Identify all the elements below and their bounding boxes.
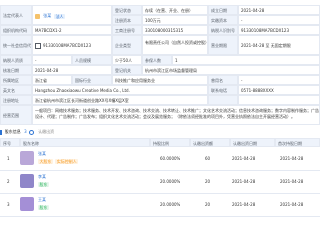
row-index: 3 [7,202,10,207]
label-company-type: 企业类型 [112,35,142,55]
avatar [35,13,40,19]
label-approve-date: 核准日期 [0,65,32,75]
reg-capital-value: 100万元 [142,15,208,25]
table-row[interactable]: 3 王某 股东 20.0000% 20 2021-04-28 2021-04-2… [0,193,320,217]
label-found-date: 成立日期 [208,5,238,15]
label-term: 营业期限 [208,35,238,55]
amount-value: 20 [205,202,211,207]
org-code-value: MA7BCDX1-2 [32,25,112,35]
shareholders-section: 股东信息 3 认缴出资 序号 股东名称 持股比例 认缴出资额 认缴出资日期 首次… [0,127,320,240]
label-address: 注册地址 [0,95,32,105]
section-title: 股东信息 [4,129,21,134]
label-region: 所属地区 [0,75,32,85]
date-value: 2021-04-28 [232,202,256,207]
former-name-value: - [238,75,320,85]
label-staff-size: 人员规模 [72,55,112,65]
company-type-value: 有限责任公司（自然人投资或控股） [142,35,208,55]
region-value: 浙江省 [32,75,72,85]
label-taxpayer-qual: 纳税人资质 [0,55,32,65]
shareholder-name[interactable]: 张某 [38,151,46,157]
label-english-name: 英文名 [0,85,32,95]
tag-shareholder: 股东 [38,205,49,210]
label-taxpayer-id: 纳税人识别号 [208,25,238,35]
tag-controller: 实际控制人 [55,159,79,164]
avatar [20,174,34,188]
amount-value: 20 [205,179,211,184]
amount-value: 60 [205,156,211,161]
found-date-value: 2021-04-28 [238,5,320,15]
section-header: 股东信息 3 认缴出资 [0,127,320,137]
tag-major: 大股东 [38,159,53,164]
col-header-date[interactable]: 认缴出资日期 [230,138,275,147]
legal-rep-tag: 法人 [54,13,66,19]
row-index: 2 [7,179,10,184]
scope-value: 一般项目：网络技术服务；技术服务、技术开发、技术咨询、技术交流、技术转让、技术推… [32,105,320,125]
first-date-value: 2021-04-28 [280,179,304,184]
taxpayer-id-value: 91330108MA7BCDX123 [238,25,320,35]
reg-number-value: 330108000315315 [142,25,208,35]
label-phone: 联系电话 [208,85,238,95]
ratio-value: 20.0000% [160,202,181,207]
shareholder-name[interactable]: 李某 [38,174,46,180]
col-header-first[interactable]: 首次持股日期 [275,138,320,147]
date-value: 2021-04-28 [232,179,256,184]
label-org-code: 组织机构代码 [0,25,32,35]
date-value: 2021-04-28 [232,156,256,161]
col-header-name: 股东名称 [20,138,150,147]
first-date-value: 2021-04-28 [280,156,304,161]
address-value: 浙江省杭州市滨江区长河街道创业路XX号X幢X层X室 [32,95,208,105]
label-reg-number: 工商注册号 [112,25,142,35]
insured-value: 1 [172,55,320,65]
extra-value [238,95,320,105]
legal-rep-value: 张某 法人 [32,5,112,25]
label-scope: 经营范围 [0,105,32,125]
label-credit-code: 统一社会信用代码 [0,35,32,55]
table-row[interactable]: 1 张某 大股东 实际控制人 60.0000% 60 2021-04-28 20… [0,147,320,171]
shareholder-name[interactable]: 王某 [38,197,46,203]
row-index: 1 [7,156,10,161]
label-legal-rep: 法定代表人 [0,5,32,25]
shareholder-tags: 股东 [38,205,50,211]
section-count: 3 [24,129,27,134]
label-former-name: 曾用名 [208,75,238,85]
section-marker [0,129,2,135]
table-row[interactable]: 2 李某 股东 20.0000% 20 2021-04-28 2021-04-2… [0,170,320,194]
shareholder-tags: 股东 [38,182,50,188]
label-insured: 参保人数 [142,55,172,65]
credit-code-value: 91330108MA7BCDX123 [32,35,112,55]
reg-authority-value: 杭州市滨江区市场监督管理局 [142,65,320,75]
tag-shareholder: 股东 [38,182,49,187]
section-extra: 认缴出资 [38,129,55,134]
shareholder-tags: 大股东 实际控制人 [38,159,79,165]
label-reg-capital: 注册资本 [112,15,142,25]
legal-rep-link[interactable]: 张某 [43,13,51,18]
phone-value: 0571-8888XXXX [238,85,320,95]
reg-status-value: 存续（在营、开业、在册） [142,5,208,15]
approve-date-value: 2021-04-28 [32,65,112,75]
paid-capital-value: - [238,15,320,25]
qr-code-icon[interactable] [35,43,41,49]
info-circle-icon[interactable] [28,129,34,135]
col-header-index: 序号 [0,138,20,147]
col-header-amount[interactable]: 认缴出资额 [190,138,230,147]
label-industry: 国标行业 [72,75,112,85]
label-paid-capital: 实缴资本 [208,15,238,25]
label-extra [208,95,238,105]
term-value: 2021-04-28 至 无固定期限 [238,35,320,55]
ratio-value: 60.0000% [160,156,181,161]
avatar [20,197,34,211]
ratio-value: 20.0000% [160,179,181,184]
avatar [20,151,34,165]
col-header-ratio[interactable]: 持股比例 [150,138,190,147]
taxpayer-qual-value: - [32,55,72,65]
industry-value: 科技推广和应用服务业 [112,75,208,85]
label-reg-status: 登记状态 [112,5,142,15]
staff-size-value: 少于50人 [112,55,142,65]
english-name-value: Hangzhou Zhaoxiaowu Creative Media Co., … [32,85,208,95]
label-reg-authority: 登记机关 [112,65,142,75]
first-date-value: 2021-04-28 [280,202,304,207]
